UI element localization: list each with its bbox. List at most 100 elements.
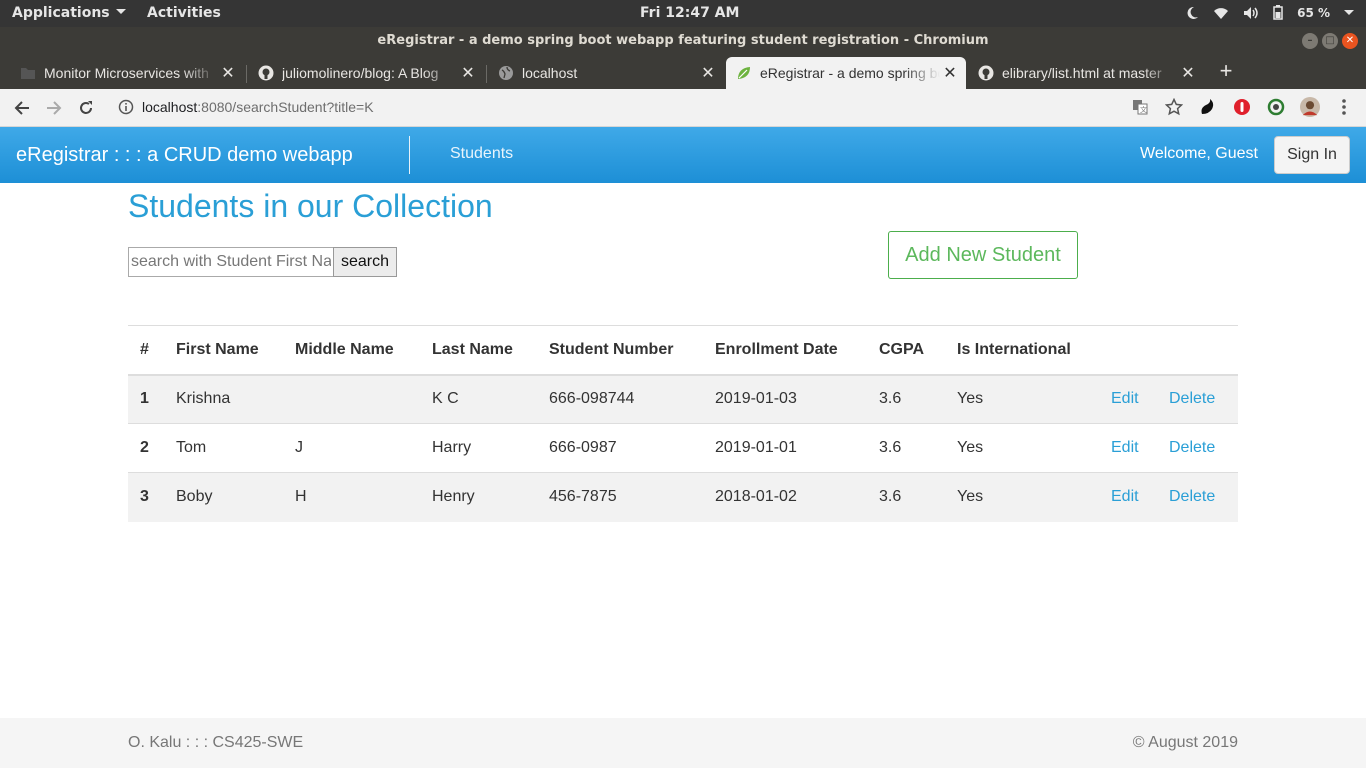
system-clock[interactable]: Fri 12:47 AM bbox=[640, 5, 739, 21]
window-title-bar[interactable]: eRegistrar - a demo spring boot webapp f… bbox=[0, 27, 1366, 55]
close-icon[interactable]: ✕ bbox=[218, 63, 238, 83]
column-header-middle-name: Middle Name bbox=[295, 325, 432, 376]
tab-label: Monitor Microservices with bbox=[44, 65, 209, 81]
extension-gnome-icon[interactable] bbox=[1198, 97, 1218, 117]
navbar-divider bbox=[409, 136, 410, 174]
applications-menu[interactable]: Applications bbox=[12, 5, 126, 21]
column-header-delete bbox=[1169, 325, 1238, 376]
nav-link-students[interactable]: Students bbox=[450, 145, 513, 163]
cell-number: 1 bbox=[128, 374, 176, 424]
delete-link[interactable]: Delete bbox=[1169, 390, 1215, 407]
search-input[interactable] bbox=[128, 247, 334, 277]
info-icon[interactable] bbox=[118, 99, 134, 115]
table-row: 1 Krishna K C 666-098744 2019-01-03 3.6 … bbox=[128, 374, 1238, 424]
cell-last-name: K C bbox=[432, 374, 549, 424]
cell-number: 3 bbox=[128, 472, 176, 522]
cell-enrollment-date: 2019-01-03 bbox=[715, 374, 879, 424]
tab-monitor-microservices[interactable]: Monitor Microservices with ✕ bbox=[0, 57, 244, 89]
tab-eregistrar[interactable]: eRegistrar - a demo spring boot ✕ bbox=[726, 57, 966, 89]
system-tray[interactable]: 65 % bbox=[1185, 5, 1354, 20]
footer-copyright: © August 2019 bbox=[1132, 734, 1238, 751]
maximize-button[interactable]: □ bbox=[1322, 33, 1338, 49]
tab-julio-blog[interactable]: juliomolinero/blog: A Blog ✕ bbox=[238, 57, 484, 89]
back-button[interactable] bbox=[12, 98, 32, 118]
tab-localhost[interactable]: localhost ✕ bbox=[478, 57, 724, 89]
page-footer: O. Kalu : : : CS425-SWE © August 2019 bbox=[0, 718, 1366, 768]
edit-link[interactable]: Edit bbox=[1111, 439, 1139, 456]
browser-menu-icon[interactable] bbox=[1334, 97, 1354, 117]
tab-label: elibrary/list.html at master bbox=[1002, 65, 1162, 81]
close-icon[interactable]: ✕ bbox=[698, 63, 718, 83]
navbar-brand[interactable]: eRegistrar : : : a CRUD demo webapp bbox=[16, 144, 353, 167]
browser-toolbar: localhost:8080/searchStudent?title=K 文 bbox=[0, 89, 1366, 127]
tab-strip: Monitor Microservices with ✕ juliomoline… bbox=[0, 55, 1366, 89]
cell-first-name: Boby bbox=[176, 472, 295, 522]
extension-stop-icon[interactable] bbox=[1232, 97, 1252, 117]
cell-last-name: Henry bbox=[432, 472, 549, 522]
cell-cgpa: 3.6 bbox=[879, 374, 957, 424]
cell-cgpa: 3.6 bbox=[879, 423, 957, 473]
edit-link[interactable]: Edit bbox=[1111, 488, 1139, 505]
column-header-number: # bbox=[128, 325, 176, 376]
add-new-student-button[interactable]: Add New Student bbox=[888, 231, 1078, 279]
close-icon[interactable]: ✕ bbox=[1178, 63, 1198, 83]
cell-enrollment-date: 2018-01-02 bbox=[715, 472, 879, 522]
github-icon bbox=[978, 65, 994, 81]
app-navbar: eRegistrar : : : a CRUD demo webapp Stud… bbox=[0, 127, 1366, 183]
arrow-left-icon bbox=[14, 101, 29, 115]
edit-link[interactable]: Edit bbox=[1111, 390, 1139, 407]
battery-percent: 65 % bbox=[1297, 5, 1330, 20]
close-icon[interactable]: ✕ bbox=[458, 63, 478, 83]
cell-student-number: 666-0987 bbox=[549, 423, 715, 473]
delete-link[interactable]: Delete bbox=[1169, 488, 1215, 505]
cell-edit: Edit bbox=[1111, 374, 1169, 424]
night-light-icon bbox=[1185, 6, 1199, 20]
battery-icon bbox=[1273, 5, 1283, 20]
chevron-down-icon bbox=[1344, 10, 1354, 15]
tab-label: localhost bbox=[522, 65, 578, 81]
cell-edit: Edit bbox=[1111, 472, 1169, 522]
github-icon bbox=[258, 65, 274, 81]
cell-enrollment-date: 2019-01-01 bbox=[715, 423, 879, 473]
tab-elibrary[interactable]: elibrary/list.html at master ✕ bbox=[958, 57, 1204, 89]
table-header-row: # First Name Middle Name Last Name Stude… bbox=[128, 325, 1238, 376]
column-header-cgpa: CGPA bbox=[879, 325, 957, 376]
tab-label: juliomolinero/blog: A Blog bbox=[282, 65, 439, 81]
delete-link[interactable]: Delete bbox=[1169, 439, 1215, 456]
cell-delete: Delete bbox=[1169, 472, 1238, 522]
svg-text:文: 文 bbox=[1140, 105, 1147, 114]
profile-avatar[interactable] bbox=[1300, 97, 1320, 117]
system-top-bar: Applications Activities Fri 12:47 AM 65 … bbox=[0, 0, 1366, 27]
chevron-down-icon bbox=[115, 9, 126, 14]
url-host: localhost bbox=[142, 99, 198, 115]
forward-button[interactable] bbox=[44, 98, 64, 118]
cell-last-name: Harry bbox=[432, 423, 549, 473]
activities-button[interactable]: Activities bbox=[147, 5, 221, 21]
column-header-last-name: Last Name bbox=[432, 325, 549, 376]
cell-number: 2 bbox=[128, 423, 176, 473]
extension-sync-icon[interactable] bbox=[1266, 97, 1286, 117]
minimize-button[interactable]: – bbox=[1302, 33, 1318, 49]
cell-is-international: Yes bbox=[957, 472, 1111, 522]
table-row: 3 Boby H Henry 456-7875 2018-01-02 3.6 Y… bbox=[128, 472, 1238, 522]
close-window-button[interactable]: ✕ bbox=[1342, 33, 1358, 49]
cell-middle-name: H bbox=[295, 472, 432, 522]
window-title: eRegistrar - a demo spring boot webapp f… bbox=[377, 33, 989, 48]
new-tab-button[interactable]: + bbox=[1214, 58, 1238, 84]
close-icon[interactable]: ✕ bbox=[940, 63, 960, 83]
column-header-student-number: Student Number bbox=[549, 325, 715, 376]
translate-icon[interactable]: 文 bbox=[1130, 97, 1150, 117]
cell-delete: Delete bbox=[1169, 423, 1238, 473]
column-header-is-international: Is International bbox=[957, 325, 1111, 376]
cell-first-name: Tom bbox=[176, 423, 295, 473]
spring-leaf-icon bbox=[736, 65, 752, 81]
cell-delete: Delete bbox=[1169, 374, 1238, 424]
cell-student-number: 456-7875 bbox=[549, 472, 715, 522]
cell-first-name: Krishna bbox=[176, 374, 295, 424]
sign-in-button[interactable]: Sign In bbox=[1274, 136, 1350, 174]
address-bar[interactable]: localhost:8080/searchStudent?title=K bbox=[118, 99, 374, 115]
reload-button[interactable] bbox=[76, 98, 96, 118]
volume-icon bbox=[1243, 6, 1259, 20]
search-button[interactable]: search bbox=[333, 247, 397, 277]
bookmark-star-icon[interactable] bbox=[1164, 97, 1184, 117]
